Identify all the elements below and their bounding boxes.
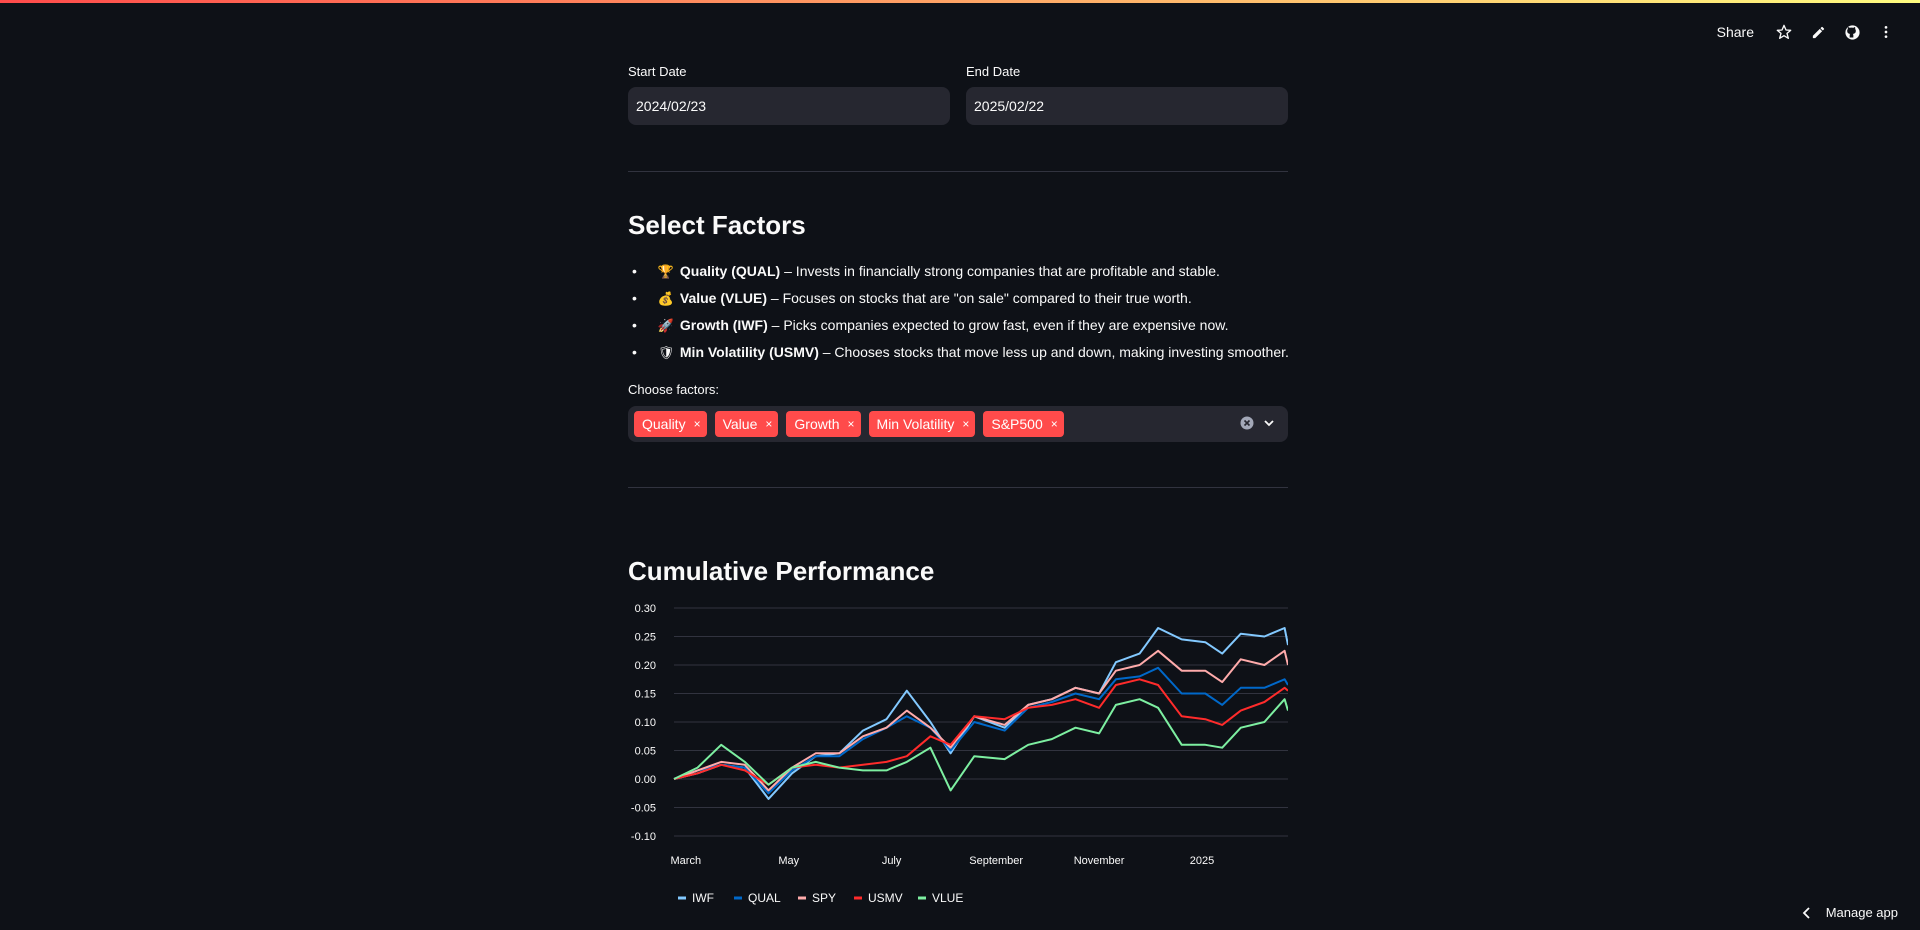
cumulative-performance-heading: Cumulative Performance bbox=[628, 556, 935, 586]
chevron-left-icon bbox=[1802, 906, 1810, 919]
factor-description: – Focuses on stocks that are "on sale" c… bbox=[770, 290, 1192, 306]
trophy-icon: 🏆 bbox=[657, 264, 675, 279]
app-toolbar: Share bbox=[1717, 22, 1896, 42]
shield-icon: 🛡 bbox=[657, 345, 675, 360]
factor-name: Quality (QUAL) bbox=[679, 263, 781, 279]
legend-label: SPY bbox=[812, 891, 836, 905]
x-tick-label: 2025 bbox=[1190, 855, 1214, 867]
y-tick-label: -0.10 bbox=[631, 831, 656, 843]
start-date-group: Start Date 2024/02/23 bbox=[628, 64, 950, 125]
end-date-label: End Date bbox=[966, 64, 1021, 79]
clear-all-icon[interactable] bbox=[1240, 416, 1254, 430]
x-tick-label: March bbox=[671, 855, 702, 867]
divider bbox=[628, 171, 1288, 172]
chip-quality: Quality × bbox=[634, 411, 707, 437]
legend-label: IWF bbox=[692, 891, 714, 905]
y-tick-label: -0.05 bbox=[631, 803, 656, 815]
series-line-iwf bbox=[673, 627, 1288, 800]
x-tick-label: September bbox=[969, 855, 1023, 867]
end-date-group: End Date 2025/02/22 bbox=[966, 64, 1288, 125]
x-tick-label: May bbox=[778, 855, 799, 867]
chip-label: S&P500 bbox=[991, 416, 1043, 432]
y-tick-label: 0.05 bbox=[635, 746, 656, 758]
cumulative-performance-chart: 0.30 0.25 0.20 0.15 0.10 0.05 0.00 -0.05 -0.10 Ma… bbox=[631, 603, 1288, 905]
remove-chip-button[interactable]: × bbox=[848, 417, 855, 431]
remove-chip-button[interactable]: × bbox=[962, 417, 969, 431]
y-tick-label: 0.20 bbox=[635, 660, 656, 672]
chip-label: Quality bbox=[642, 416, 686, 432]
divider bbox=[628, 487, 1288, 488]
start-date-label: Start Date bbox=[628, 64, 687, 79]
star-icon[interactable] bbox=[1774, 22, 1794, 42]
factor-description: – Chooses stocks that move less up and d… bbox=[822, 344, 1289, 360]
chip-min-volatility: Min Volatility × bbox=[868, 411, 976, 437]
share-button[interactable]: Share bbox=[1717, 24, 1754, 40]
chip-label: Growth bbox=[794, 416, 840, 432]
y-tick-label: 0.10 bbox=[635, 717, 656, 729]
pencil-icon[interactable] bbox=[1808, 22, 1828, 42]
y-tick-label: 0.30 bbox=[635, 603, 656, 615]
series-line-usmv bbox=[673, 678, 1288, 786]
chip-growth: Growth × bbox=[786, 411, 861, 437]
manage-app-button[interactable]: Manage app bbox=[1802, 905, 1898, 920]
series-line-qual bbox=[673, 666, 1288, 795]
factor-name: Min Volatility (USMV) bbox=[679, 344, 819, 360]
chip-value: Value × bbox=[714, 411, 779, 437]
factor-name: Value (VLUE) bbox=[679, 290, 768, 306]
factor-multiselect[interactable]: Quality × Value × Growth × Min Volatility × … bbox=[628, 406, 1288, 442]
factor-description: – Invests in financially strong companie… bbox=[784, 263, 1220, 279]
factor-description: – Picks companies expected to grow fast,… bbox=[771, 317, 1229, 333]
legend-label: USMV bbox=[868, 891, 903, 905]
chip-sp500: S&P500 × bbox=[983, 411, 1064, 437]
top-accent-line bbox=[0, 0, 1920, 3]
start-date-input[interactable]: 2024/02/23 bbox=[628, 87, 950, 125]
factor-descriptions-list: 🏆 Quality (QUAL) – Invests in financiall… bbox=[628, 258, 1289, 366]
x-tick-label: July bbox=[882, 855, 902, 867]
selected-chips: Quality × Value × Growth × Min Volatility × … bbox=[634, 411, 1064, 437]
y-tick-label: 0.25 bbox=[635, 632, 656, 644]
factor-name: Growth (IWF) bbox=[679, 317, 768, 333]
chip-label: Value bbox=[722, 416, 758, 432]
date-range-row: Start Date 2024/02/23 End Date 2025/02/2… bbox=[628, 64, 1288, 125]
end-date-input[interactable]: 2025/02/22 bbox=[966, 87, 1288, 125]
money-bag-icon: 💰 bbox=[657, 291, 675, 306]
remove-chip-button[interactable]: × bbox=[694, 417, 701, 431]
remove-chip-button[interactable]: × bbox=[765, 417, 772, 431]
x-tick-label: November bbox=[1074, 855, 1125, 867]
y-tick-label: 0.15 bbox=[635, 689, 656, 701]
list-item: 🛡 Min Volatility (USMV) – Chooses stocks… bbox=[632, 339, 1289, 366]
list-item: 🚀 Growth (IWF) – Picks companies expecte… bbox=[632, 312, 1289, 339]
manage-app-label: Manage app bbox=[1825, 905, 1898, 920]
remove-chip-button[interactable]: × bbox=[1051, 417, 1058, 431]
more-vertical-icon[interactable] bbox=[1876, 22, 1896, 42]
y-tick-label: 0.00 bbox=[635, 774, 656, 786]
list-item: 🏆 Quality (QUAL) – Invests in financiall… bbox=[632, 258, 1289, 285]
chip-label: Min Volatility bbox=[876, 416, 955, 432]
choose-factors-label: Choose factors: bbox=[628, 382, 720, 397]
legend-label: VLUE bbox=[932, 891, 963, 905]
series-line-spy bbox=[673, 649, 1288, 792]
rocket-icon: 🚀 bbox=[657, 318, 675, 333]
series-line-vlue bbox=[673, 698, 1288, 792]
list-item: 💰 Value (VLUE) – Focuses on stocks that … bbox=[632, 285, 1289, 312]
chevron-down-icon[interactable] bbox=[1262, 416, 1276, 430]
select-factors-heading: Select Factors bbox=[628, 210, 806, 240]
github-icon[interactable] bbox=[1842, 22, 1862, 42]
legend-label: QUAL bbox=[748, 891, 781, 905]
